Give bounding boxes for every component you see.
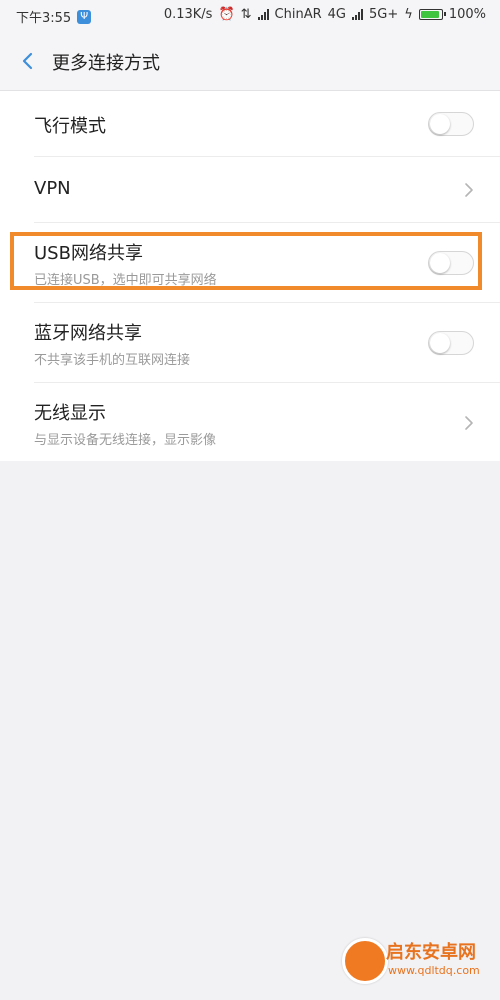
airplane-mode-toggle[interactable] [428,112,474,136]
status-bar: 下午3:55 Ψ 0.13K/s ⏰ ⇅ ChinAR 4G 5G+ ϟ 100… [0,0,500,32]
back-arrow-icon[interactable] [18,51,38,71]
row-subtitle: 与显示设备无线连接，显示影像 [34,433,217,448]
row-label: USB网络共享 [34,243,143,264]
network-type-1: 4G [327,7,346,22]
row-label: VPN [34,178,71,199]
row-subtitle: 不共享该手机的互联网连接 [34,353,191,368]
row-airplane-mode[interactable]: 飞行模式 [0,91,500,157]
chevron-right-icon [465,416,473,430]
watermark-icon [342,938,388,984]
signal-icon [257,9,269,20]
row-usb-tethering[interactable]: USB网络共享 已连接USB，选中即可共享网络 [0,223,500,303]
page-title: 更多连接方式 [52,53,160,74]
row-wireless-display[interactable]: 无线显示 与显示设备无线连接，显示影像 [0,383,500,461]
network-type-2: 5G+ [369,7,399,22]
carrier-name: ChinAR [274,7,322,22]
row-vpn[interactable]: VPN [0,157,500,223]
watermark-logo: 启东安卓网 www.qdltdq.com [342,936,492,992]
battery-percent: 100% [448,7,486,22]
watermark-name: 启东安卓网 [386,942,476,963]
header: 更多连接方式 [0,32,500,91]
usb-icon: Ψ [77,9,92,24]
chevron-right-icon [465,183,473,197]
usb-tethering-toggle[interactable] [428,251,474,275]
row-bluetooth-tethering[interactable]: 蓝牙网络共享 不共享该手机的互联网连接 [0,303,500,383]
bluetooth-tethering-toggle[interactable] [428,331,474,355]
row-label: 蓝牙网络共享 [34,323,142,344]
battery-icon [418,9,446,20]
watermark-url: www.qdltdq.com [388,964,480,977]
signal-icon-2 [352,9,363,20]
alarm-icon: ⏰ [218,7,235,22]
charging-icon: ϟ [404,7,413,22]
settings-list: 飞行模式 VPN USB网络共享 已连接USB，选中即可共享网络 蓝牙网络共享 … [0,91,500,461]
data-arrows-icon: ⇅ [240,7,252,22]
status-time: 下午3:55 [16,11,72,26]
network-speed: 0.13K/s [163,7,213,22]
row-subtitle: 已连接USB，选中即可共享网络 [34,273,217,288]
row-label: 飞行模式 [34,116,106,137]
row-label: 无线显示 [34,403,106,424]
